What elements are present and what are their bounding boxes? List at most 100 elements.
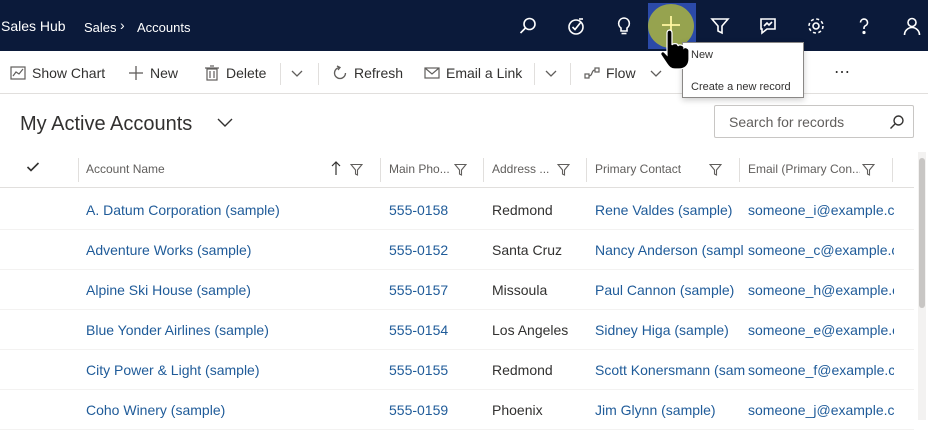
chart-icon [10, 66, 26, 80]
tooltip-title: New [691, 49, 714, 61]
column-divider [483, 158, 484, 182]
address-cell: Santa Cruz [492, 242, 563, 258]
email-link[interactable]: someone_i@example.co [748, 202, 894, 218]
email-link[interactable]: someone_e@example.co [748, 322, 894, 338]
column-header-account-name[interactable]: Account Name [86, 162, 306, 176]
column-header-address[interactable]: Address ... [492, 162, 554, 176]
view-selector-chevron-down-icon[interactable] [216, 113, 234, 131]
table-row[interactable]: A. Datum Corporation (sample) 555-0158 R… [0, 190, 914, 230]
account-name-link[interactable]: Blue Yonder Airlines (sample) [86, 322, 376, 338]
lightbulb-icon[interactable] [608, 10, 640, 42]
email-link-label: Email a Link [446, 65, 523, 81]
app-name[interactable]: Sales Hub [1, 18, 66, 34]
breadcrumb-separator-icon: › [120, 17, 125, 33]
refresh-icon [333, 65, 347, 80]
email-link-button[interactable]: Email a Link [424, 65, 522, 81]
email-link[interactable]: someone_j@example.co [748, 402, 894, 418]
main-phone-link[interactable]: 555-0154 [389, 322, 479, 338]
delete-label: Delete [226, 65, 267, 81]
show-chart-label: Show Chart [32, 65, 106, 81]
address-cell: Los Angeles [492, 322, 569, 338]
account-name-link[interactable]: A. Datum Corporation (sample) [86, 202, 376, 218]
primary-contact-link[interactable]: Paul Cannon (sample) [595, 282, 745, 298]
main-phone-link[interactable]: 555-0152 [389, 242, 479, 258]
trash-icon [205, 65, 219, 81]
settings-icon[interactable] [800, 10, 832, 42]
column-divider [739, 158, 740, 182]
divider [318, 63, 319, 85]
filter-icon[interactable] [453, 163, 468, 176]
sort-ascending-icon[interactable] [330, 160, 342, 176]
flow-button[interactable]: Flow [584, 65, 636, 81]
new-tooltip: New Create a new record [682, 42, 804, 98]
account-name-link[interactable]: Alpine Ski House (sample) [86, 282, 376, 298]
search-input[interactable] [729, 114, 889, 130]
chevron-down-icon[interactable] [543, 65, 559, 81]
filter-icon[interactable] [708, 163, 723, 176]
more-commands-button[interactable]: ⋯ [834, 62, 851, 82]
help-icon[interactable] [848, 10, 880, 42]
column-header-email[interactable]: Email (Primary Con... [748, 162, 860, 176]
column-header-primary-contact[interactable]: Primary Contact [595, 162, 705, 176]
search-box[interactable] [714, 105, 914, 138]
filter-icon[interactable] [861, 163, 876, 176]
divider [280, 63, 281, 85]
primary-contact-link[interactable]: Scott Konersmann (sam [595, 362, 745, 378]
column-divider [78, 158, 79, 182]
breadcrumb-accounts[interactable]: Accounts [137, 20, 190, 35]
filter-icon[interactable] [556, 163, 571, 176]
table-row[interactable]: Blue Yonder Airlines (sample) 555-0154 L… [0, 310, 914, 350]
email-icon [424, 67, 440, 79]
email-link[interactable]: someone_h@example.co [748, 282, 894, 298]
primary-contact-link[interactable]: Rene Valdes (sample) [595, 202, 745, 218]
chevron-down-icon[interactable] [289, 65, 305, 81]
view-title[interactable]: My Active Accounts [20, 113, 192, 136]
main-phone-link[interactable]: 555-0155 [389, 362, 479, 378]
search-icon[interactable] [512, 10, 544, 42]
filter-icon[interactable] [349, 163, 364, 176]
address-cell: Missoula [492, 282, 548, 298]
account-name-link[interactable]: Adventure Works (sample) [86, 242, 376, 258]
refresh-label: Refresh [354, 65, 404, 81]
primary-contact-link[interactable]: Jim Glynn (sample) [595, 402, 745, 418]
address-cell: Phoenix [492, 402, 543, 418]
search-icon[interactable] [889, 114, 905, 130]
scrollbar-thumb[interactable] [919, 158, 925, 308]
divider [534, 63, 535, 85]
assistant-icon[interactable] [752, 10, 784, 42]
show-chart-button[interactable]: Show Chart [10, 65, 105, 81]
column-divider [586, 158, 587, 182]
delete-button[interactable]: Delete [204, 65, 266, 81]
primary-contact-link[interactable]: Sidney Higa (sample) [595, 322, 745, 338]
hand-cursor-icon [660, 29, 690, 70]
table-row[interactable]: Coho Winery (sample) 555-0159 Phoenix Ji… [0, 390, 914, 430]
user-icon[interactable] [896, 10, 928, 42]
new-button[interactable]: New [128, 65, 178, 81]
main-phone-link[interactable]: 555-0159 [389, 402, 479, 418]
task-icon[interactable] [560, 10, 592, 42]
refresh-button[interactable]: Refresh [332, 65, 403, 81]
column-header-main-phone[interactable]: Main Pho... [389, 162, 451, 176]
flow-label: Flow [606, 65, 636, 81]
grid-header: Account Name Main Pho... Address ... Pri… [0, 152, 914, 188]
column-divider [892, 158, 893, 182]
table-row[interactable]: City Power & Light (sample) 555-0155 Red… [0, 350, 914, 390]
primary-contact-link[interactable]: Nancy Anderson (sampl [595, 242, 745, 258]
new-label: New [150, 65, 179, 81]
column-divider [380, 158, 381, 182]
email-link[interactable]: someone_c@example.co [748, 242, 894, 258]
address-cell: Redmond [492, 202, 553, 218]
divider [570, 63, 571, 85]
main-phone-link[interactable]: 555-0158 [389, 202, 479, 218]
flow-icon [584, 67, 600, 79]
table-row[interactable]: Adventure Works (sample) 555-0152 Santa … [0, 230, 914, 270]
address-cell: Redmond [492, 362, 553, 378]
account-name-link[interactable]: Coho Winery (sample) [86, 402, 376, 418]
filter-icon[interactable] [704, 10, 736, 42]
table-row[interactable]: Alpine Ski House (sample) 555-0157 Misso… [0, 270, 914, 310]
main-phone-link[interactable]: 555-0157 [389, 282, 479, 298]
plus-icon [129, 66, 143, 80]
breadcrumb-sales[interactable]: Sales [84, 20, 117, 35]
account-name-link[interactable]: City Power & Light (sample) [86, 362, 376, 378]
email-link[interactable]: someone_f@example.co [748, 362, 894, 378]
